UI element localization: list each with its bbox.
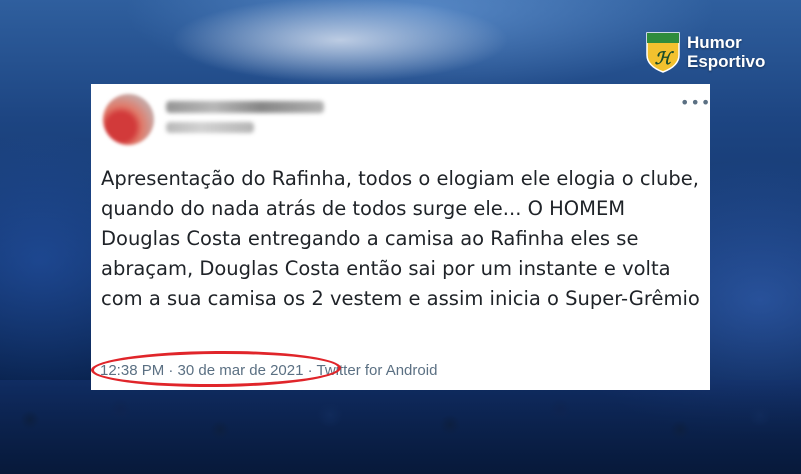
logo-line-humor: Humor: [687, 33, 742, 52]
more-horizontal-icon[interactable]: •••: [680, 95, 710, 111]
logo-line-esportivo: Esportivo: [687, 52, 766, 71]
humor-esportivo-logo: ℋ Humor Esportivo: [645, 31, 765, 73]
crowd-foreground: [0, 380, 801, 474]
tweet-card: ••• Apresentação do Rafinha, todos o elo…: [90, 84, 710, 390]
highlight-circle: [90, 349, 342, 389]
username-redacted[interactable]: [166, 122, 254, 133]
avatar[interactable]: [103, 94, 154, 145]
logo-wordmark: Humor Esportivo: [687, 33, 765, 71]
tweet-text: Apresentação do Rafinha, todos o elogiam…: [101, 167, 700, 310]
display-name-redacted[interactable]: [166, 101, 324, 113]
shield-icon: ℋ: [645, 31, 681, 73]
